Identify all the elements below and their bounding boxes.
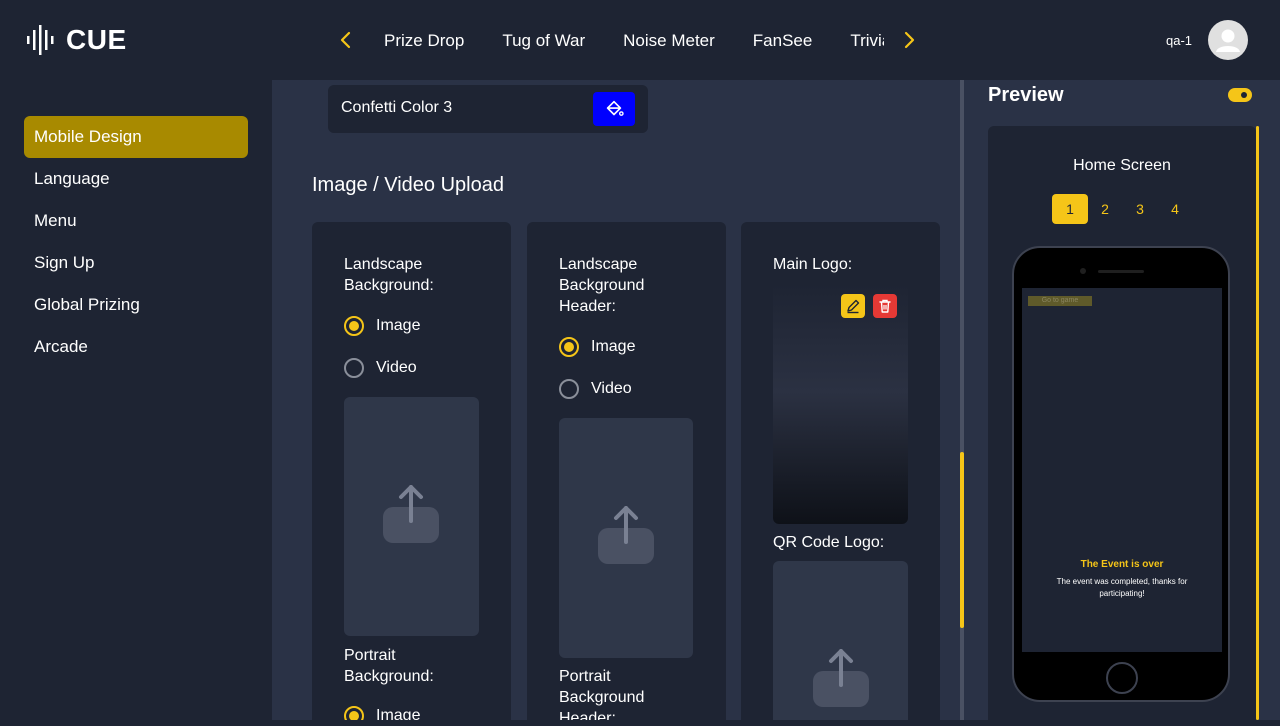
radio-image-option[interactable]: Image xyxy=(559,336,635,358)
landscape-background-card: Landscape Background: Image Video Portra… xyxy=(312,222,511,720)
logo-soundwave-icon xyxy=(27,25,54,55)
preview-title: Preview xyxy=(988,84,1064,106)
sidebar-item-mobile-design[interactable]: Mobile Design xyxy=(24,116,248,158)
upload-icon xyxy=(383,485,439,543)
page-button-2[interactable]: 2 xyxy=(1087,194,1123,224)
app-logo[interactable]: CUE xyxy=(24,22,127,58)
user-name: qa-1 xyxy=(1166,33,1193,48)
main-content: Confetti Color 3 Image / Video Upload La… xyxy=(272,80,960,720)
main-logo-card: Main Logo: QR Code Logo: xyxy=(741,222,940,720)
landscape-background-label: Landscape Background: xyxy=(344,256,434,294)
phone-home-button xyxy=(1106,662,1138,694)
upload-icon xyxy=(813,649,869,707)
event-over-text: The event was completed, thanks for part… xyxy=(1056,577,1188,598)
color-swatch-button[interactable] xyxy=(593,92,635,126)
user-avatar-icon xyxy=(1216,29,1240,52)
radio-video-option[interactable]: Video xyxy=(344,357,417,379)
phone-screen: Go to game The Event is over The event w… xyxy=(1022,288,1222,652)
qr-code-logo-label: QR Code Logo: xyxy=(773,534,885,551)
chevron-right-icon[interactable] xyxy=(897,28,921,52)
event-over-title: The Event is over xyxy=(1080,559,1164,570)
tab-noise-meter[interactable]: Noise Meter xyxy=(623,28,715,54)
preview-panel: Preview Home Screen 1 2 3 4 Go to game T… xyxy=(964,80,1280,726)
radio-button-unchecked[interactable] xyxy=(344,358,364,378)
top-bar: CUE Prize Drop Tug of War Noise Meter FanSe… xyxy=(0,0,1280,80)
page-button-4[interactable]: 4 xyxy=(1157,194,1193,224)
preview-scroll-thumb[interactable] xyxy=(1256,126,1259,720)
tab-prize-drop[interactable]: Prize Drop xyxy=(384,28,464,54)
radio-video-label: Video xyxy=(591,380,632,397)
go-to-game-button[interactable]: Go to game xyxy=(1028,296,1092,306)
section-title: Image / Video Upload xyxy=(312,174,504,196)
radio-button-unchecked[interactable] xyxy=(559,379,579,399)
radio-video-option[interactable]: Video xyxy=(559,378,632,400)
radio-image-label: Image xyxy=(591,338,636,355)
main-logo-label: Main Logo: xyxy=(773,256,853,273)
sidebar-item-menu[interactable]: Menu xyxy=(24,200,248,242)
radio-image-option-portrait[interactable]: Image xyxy=(344,705,420,720)
upload-icon xyxy=(598,506,654,564)
portrait-background-header-label: Portrait Background Header: xyxy=(559,668,645,720)
paint-bucket-icon xyxy=(606,100,624,116)
page-button-3[interactable]: 3 xyxy=(1122,194,1158,224)
landscape-background-header-label: Landscape Background Header: xyxy=(559,256,645,315)
delete-button[interactable] xyxy=(873,294,897,318)
edit-button[interactable] xyxy=(841,294,865,318)
sidebar-item-language[interactable]: Language xyxy=(24,158,248,200)
preview-toggle[interactable] xyxy=(1228,88,1252,102)
brand-name: CUE xyxy=(66,24,127,55)
game-tabs: Prize Drop Tug of War Noise Meter FanSee Tri… xyxy=(364,28,884,54)
upload-dropzone[interactable] xyxy=(773,561,908,720)
main-logo-preview xyxy=(773,284,908,524)
sidebar-item-arcade[interactable]: Arcade xyxy=(24,326,248,368)
upload-dropzone[interactable] xyxy=(344,397,479,636)
phone-mockup: Go to game The Event is over The event w… xyxy=(1012,246,1230,702)
radio-button-checked[interactable] xyxy=(344,316,364,336)
radio-button-checked[interactable] xyxy=(559,337,579,357)
tab-fansee[interactable]: FanSee xyxy=(753,28,813,54)
radio-image-label: Image xyxy=(376,707,421,720)
tab-trivia[interactable]: Trivia xyxy=(850,28,884,54)
radio-video-label: Video xyxy=(376,359,417,376)
sidebar: Mobile Design Language Menu Sign Up Glob… xyxy=(0,80,272,720)
landscape-background-header-card: Landscape Background Header: Image Video… xyxy=(527,222,726,720)
radio-image-label: Image xyxy=(376,317,421,334)
radio-image-option[interactable]: Image xyxy=(344,315,420,337)
phone-camera xyxy=(1080,268,1086,274)
portrait-background-label: Portrait Background: xyxy=(344,647,434,685)
sidebar-item-global-prizing[interactable]: Global Prizing xyxy=(24,284,248,326)
page-button-1[interactable]: 1 xyxy=(1052,194,1088,224)
tab-tug-of-war[interactable]: Tug of War xyxy=(502,28,585,54)
phone-speaker xyxy=(1098,270,1144,273)
preview-card: Home Screen 1 2 3 4 Go to game The Event… xyxy=(988,126,1256,726)
trash-icon xyxy=(879,299,891,313)
radio-button-checked[interactable] xyxy=(344,706,364,720)
pencil-icon xyxy=(847,299,860,314)
confetti-color-3-field: Confetti Color 3 xyxy=(328,85,648,133)
chevron-left-icon[interactable] xyxy=(334,28,358,52)
sidebar-item-sign-up[interactable]: Sign Up xyxy=(24,242,248,284)
home-screen-title: Home Screen xyxy=(1073,157,1171,174)
avatar[interactable] xyxy=(1208,20,1248,60)
confetti-color-3-label: Confetti Color 3 xyxy=(341,99,453,116)
upload-dropzone[interactable] xyxy=(559,418,693,658)
